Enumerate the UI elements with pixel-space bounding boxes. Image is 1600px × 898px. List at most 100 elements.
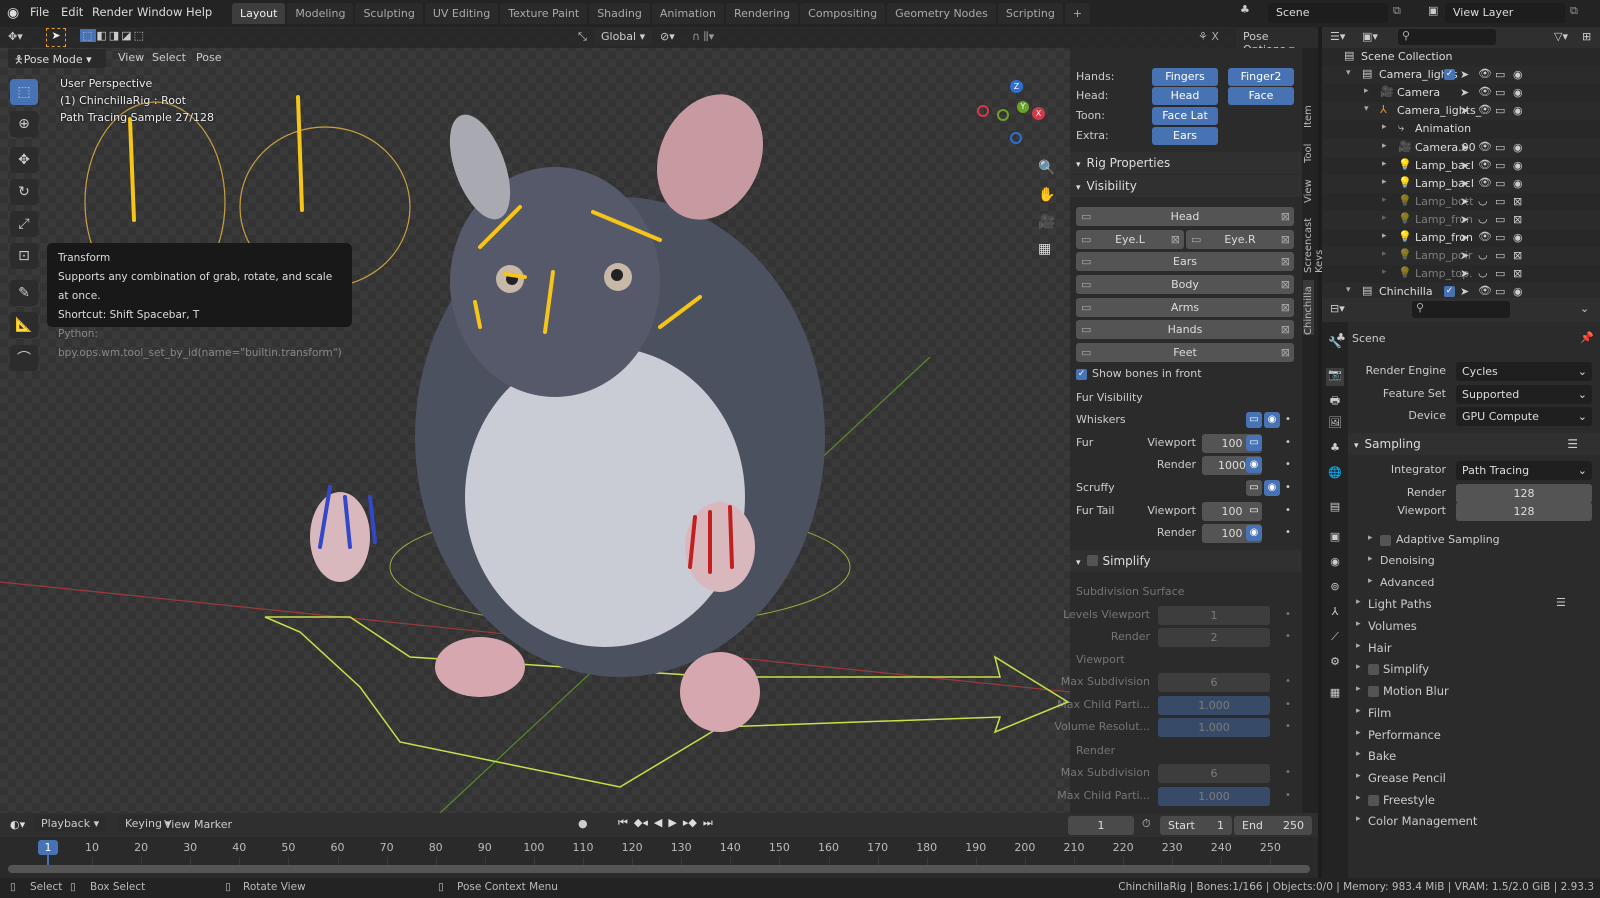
expand-arrow-icon[interactable]: ▾ xyxy=(1346,285,1351,295)
render-camera-icon[interactable]: ◉ xyxy=(1513,231,1523,244)
transform-tool-icon[interactable]: ⊡ xyxy=(10,243,38,269)
editor-type-icon[interactable]: ✥▾ xyxy=(8,30,23,43)
outliner-row[interactable]: ▸ 💡 Lamp_bacl ➤ 👁 ▭ ◉ xyxy=(1322,174,1600,193)
show-bones-checkbox[interactable]: ✓ xyxy=(1076,369,1087,380)
section-arrow-icon[interactable]: ▸ xyxy=(1356,641,1361,651)
transform-orientation-dropdown[interactable]: Global ▾ xyxy=(594,28,653,45)
subpanel-arrow-icon[interactable]: ▸ xyxy=(1368,576,1373,586)
layer-button-face[interactable]: Face xyxy=(1228,87,1294,105)
camera-disabled-icon[interactable]: ⊠ xyxy=(1281,343,1290,362)
viewport-disable-icon[interactable]: ▭ xyxy=(1495,267,1505,280)
scene-selector[interactable]: Scene xyxy=(1268,3,1388,23)
menu-edit[interactable]: Edit xyxy=(61,5,83,19)
section-performance[interactable]: Performance xyxy=(1368,728,1441,742)
play-icon[interactable]: ▶ xyxy=(668,816,676,830)
presets-list-icon[interactable]: ☰ xyxy=(1567,433,1578,455)
visibility-toggle-hands[interactable]: Hands ▭ ⊠ xyxy=(1076,320,1294,339)
pivot-icon[interactable]: ⊘▾ xyxy=(660,30,675,43)
keyframe-dot-icon[interactable]: • xyxy=(1280,629,1296,645)
render-samples-field[interactable]: 128 xyxy=(1456,484,1592,503)
expand-arrow-icon[interactable]: ▾ xyxy=(1364,104,1369,114)
expand-arrow-icon[interactable]: ▸ xyxy=(1382,141,1387,151)
zoom-icon[interactable]: 🔍 xyxy=(1038,155,1055,182)
section-arrow-icon[interactable]: ▸ xyxy=(1356,662,1361,672)
section-arrow-icon[interactable]: ▸ xyxy=(1356,728,1361,738)
end-frame-field[interactable]: End 250 xyxy=(1234,816,1312,835)
expand-arrow-icon[interactable]: ▸ xyxy=(1382,267,1387,277)
selectable-icon[interactable]: ➤ xyxy=(1460,141,1469,154)
subpanel-arrow-icon[interactable]: ▸ xyxy=(1368,533,1373,543)
render-camera-icon[interactable]: ◉ xyxy=(1513,159,1523,172)
simplify-header[interactable]: ▾ Simplify xyxy=(1070,550,1302,572)
freestyle-checkbox[interactable] xyxy=(1368,795,1379,806)
selection-mode-icons[interactable]: ⬚ ◧◨◪⬚ xyxy=(80,29,146,42)
keyframe-dot-icon[interactable]: • xyxy=(1280,674,1296,690)
expand-arrow-icon[interactable]: ▸ xyxy=(1382,249,1387,259)
fur-render-camera-icon[interactable]: ◉ xyxy=(1246,457,1262,473)
section-simplify[interactable]: Simplify xyxy=(1383,662,1429,676)
viewport-disable-icon[interactable]: ▭ xyxy=(1495,231,1505,244)
eye-icon[interactable]: 👁 xyxy=(1478,67,1492,80)
section-arrow-icon[interactable]: ▸ xyxy=(1356,771,1361,781)
outliner-row[interactable]: ▸ ⤷ Animation xyxy=(1322,120,1600,138)
render-camera-icon[interactable]: ◉ xyxy=(1513,68,1523,81)
adaptive-sampling-checkbox[interactable] xyxy=(1380,535,1391,546)
section-arrow-icon[interactable]: ▸ xyxy=(1356,749,1361,759)
eye-icon[interactable]: 👁 xyxy=(1478,85,1492,98)
data-icon[interactable]: ⅄ xyxy=(1326,605,1344,623)
rig-properties-header[interactable]: ▾ Rig Properties xyxy=(1070,152,1302,174)
outliner-item-name[interactable]: Chinchilla xyxy=(1379,285,1433,298)
sampling-header[interactable]: ▾ Sampling ☰ xyxy=(1348,433,1600,455)
editor-type-icon[interactable]: ◐▾ xyxy=(10,818,25,831)
selectable-icon[interactable]: ➤ xyxy=(1460,231,1469,244)
outliner-row[interactable]: ▸ 💡 Lamp_fron ➤ ◡ ▭ ⊠ xyxy=(1322,210,1600,229)
next-keyframe-icon[interactable]: ▸◆ xyxy=(683,816,697,830)
visibility-toggle-body[interactable]: Body ▭ ⊠ xyxy=(1076,275,1294,294)
keyframe-dot-icon[interactable]: • xyxy=(1280,697,1296,713)
section-color-management[interactable]: Color Management xyxy=(1368,814,1477,828)
show-bones-label[interactable]: Show bones in front xyxy=(1092,367,1202,380)
fur-tail-viewport-keyframe-dot-icon[interactable]: • xyxy=(1280,503,1296,519)
camera-disabled-icon[interactable]: ⊠ xyxy=(1281,298,1290,317)
physics-icon[interactable]: ◉ xyxy=(1326,555,1344,573)
eye-icon[interactable]: 👁 xyxy=(1478,176,1492,189)
scene-icon[interactable]: ♣ xyxy=(1240,3,1254,16)
keyframe-dot-icon[interactable]: • xyxy=(1280,788,1296,804)
tab-texture-paint[interactable]: Texture Paint xyxy=(500,3,588,24)
tab-rendering[interactable]: Rendering xyxy=(725,3,799,24)
hidden-eye-icon[interactable]: ◡ xyxy=(1478,266,1488,279)
visibility-toggle-arms[interactable]: Arms ▭ ⊠ xyxy=(1076,298,1294,317)
simplify-value-field[interactable]: 1.000 xyxy=(1158,718,1270,737)
outliner-row[interactable]: ▸ 🎥 Camera.00 ➤ 👁 ▭ ◉ xyxy=(1322,138,1600,157)
render-camera-icon[interactable]: ◉ xyxy=(1513,86,1523,99)
simplify-value-field[interactable]: 1.000 xyxy=(1158,696,1270,715)
keyframe-dot-icon[interactable]: • xyxy=(1280,607,1296,623)
outliner-item-name[interactable]: Camera xyxy=(1397,86,1440,99)
whiskers-viewport-keyframe-dot-icon[interactable]: • xyxy=(1280,412,1296,428)
select-tool-icon[interactable]: ➤ xyxy=(46,28,66,47)
layer-button-face-lat[interactable]: Face Lat xyxy=(1152,107,1218,125)
constraints-icon[interactable]: ⊚ xyxy=(1326,580,1344,598)
hidden-eye-icon[interactable]: ◡ xyxy=(1478,212,1488,225)
layer-button-ears[interactable]: Ears xyxy=(1152,127,1218,145)
output-icon[interactable]: 🖶 xyxy=(1326,392,1344,410)
outliner-item-name[interactable]: Animation xyxy=(1415,122,1471,135)
section-grease-pencil[interactable]: Grease Pencil xyxy=(1368,771,1446,785)
tab-add[interactable]: + xyxy=(1064,3,1091,24)
whiskers-render-camera-icon[interactable]: ◉ xyxy=(1264,412,1280,428)
selectable-icon[interactable]: ➤ xyxy=(1460,159,1469,172)
camera-disabled-icon[interactable]: ⊠ xyxy=(1281,207,1290,226)
tab-layout[interactable]: Layout xyxy=(232,3,286,24)
bone-constraint-icon[interactable]: ⚙ xyxy=(1326,655,1344,673)
jump-start-icon[interactable]: ⏮ xyxy=(618,816,628,830)
layer-button-head[interactable]: Head xyxy=(1152,87,1218,105)
tab-shading[interactable]: Shading xyxy=(589,3,650,24)
scene-copy-icon[interactable]: ⧉ xyxy=(1393,4,1401,18)
filter-icon[interactable]: ▽▾ xyxy=(1554,30,1568,43)
prev-keyframe-icon[interactable]: ◆◂ xyxy=(634,816,648,830)
gizmo-x-axis[interactable]: X xyxy=(1032,107,1045,120)
menu-file[interactable]: File xyxy=(30,5,49,19)
section-film[interactable]: Film xyxy=(1368,706,1391,720)
outliner-item-name[interactable]: Scene Collection xyxy=(1361,50,1452,63)
selectable-icon[interactable]: ➤ xyxy=(1460,213,1469,226)
